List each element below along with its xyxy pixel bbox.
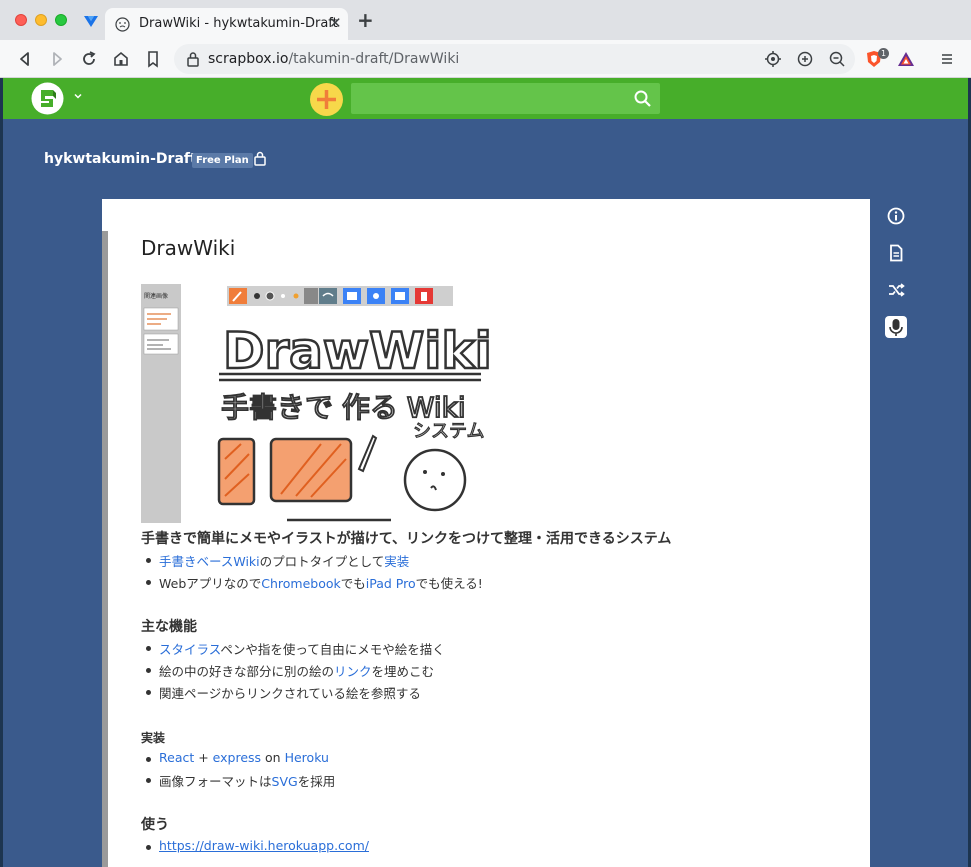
intro-bullet-1-text: のプロトタイプとして — [259, 554, 385, 569]
window-minimize-button[interactable] — [35, 14, 47, 26]
feature-bullet-2: 絵の中の好きな部分に別の絵のリンクを埋めこむ — [159, 661, 434, 680]
location-target-icon[interactable] — [763, 49, 783, 69]
tab-title: DrawWiki - hykwtakumin-Draft — [139, 16, 338, 31]
drawwiki-drawing: 関連画像 DrawWiki 手書きで 作る Wiki システム — [141, 284, 536, 523]
link-implementation[interactable]: 実装 — [384, 554, 409, 569]
link-react[interactable]: React — [159, 750, 194, 765]
scrapbox-logo-icon[interactable] — [31, 82, 64, 115]
browser-toolbar: scrapbox.io/takumin-draft/DrawWiki 1 — [0, 40, 971, 78]
link-app-url[interactable]: https://draw-wiki.herokuapp.com/ — [159, 838, 369, 853]
intro-bullet-2-text-1: Webアプリなので — [159, 576, 262, 591]
drawing-thumbnail[interactable]: 関連画像 DrawWiki 手書きで 作る Wiki システム — [141, 284, 536, 523]
intro-bullet-2-text-2: でも — [340, 576, 366, 591]
bullet-dot — [146, 845, 151, 850]
feature-bullet-1-text: ペンや指を使って自由にメモや絵を描く — [220, 642, 445, 657]
link-handwritten-wiki[interactable]: 手書きベースWiki — [159, 554, 260, 569]
bullet-dot — [146, 558, 151, 563]
brave-logo-icon — [84, 16, 98, 27]
feature-bullet-3-text: 関連ページからリンクされている絵を参照する — [159, 686, 421, 701]
impl-bullet-2-text-2: を採用 — [297, 774, 336, 789]
plan-badge: Free Plan — [192, 153, 253, 168]
link-heroku[interactable]: Heroku — [285, 750, 329, 765]
impl-bullet-2-text-1: 画像フォーマットは — [159, 774, 272, 789]
bullet-dot — [146, 690, 151, 695]
bookmark-icon[interactable] — [143, 49, 163, 69]
impl-bullet-1-on: on — [261, 750, 285, 765]
new-page-button[interactable] — [310, 83, 343, 116]
feature-bullet-2-text-1: 絵の中の好きな部分に別の絵の — [159, 664, 335, 679]
link-link[interactable]: リンク — [334, 664, 372, 679]
link-chromebook[interactable]: Chromebook — [261, 576, 341, 591]
search-icon[interactable] — [633, 89, 652, 108]
scrapbox-header — [3, 78, 968, 119]
intro-bullet-2: WebアプリなのでChromebookでもiPad Proでも使える! — [159, 573, 483, 592]
feature-bullet-2-text-2: を埋めこむ — [371, 664, 435, 679]
browser-tab[interactable]: DrawWiki - hykwtakumin-Draft ✕ — [105, 8, 348, 40]
bullet-dot — [146, 757, 151, 762]
zoom-in-icon[interactable] — [795, 49, 815, 69]
feature-bullet-3: 関連ページからリンクされている絵を参照する — [159, 683, 421, 702]
zoom-out-icon[interactable] — [827, 49, 847, 69]
url-host: scrapbox.io — [208, 51, 289, 67]
bullet-dot — [146, 778, 151, 783]
reload-icon[interactable] — [79, 49, 99, 69]
window-zoom-button[interactable] — [55, 14, 67, 26]
plus-icon — [317, 90, 336, 109]
feature-bullet-1: スタイラスペンや指を使って自由にメモや絵を描く — [159, 639, 445, 658]
intro-bullet-2-text-3: でも使える! — [415, 576, 483, 591]
url-text: scrapbox.io/takumin-draft/DrawWiki — [208, 51, 459, 67]
info-icon[interactable] — [886, 206, 906, 226]
lock-icon — [254, 151, 266, 166]
microphone-icon[interactable] — [885, 316, 907, 338]
drawing-subtitle: 手書きで 作る Wiki — [221, 391, 466, 424]
link-stylus[interactable]: スタイラス — [159, 642, 220, 657]
impl-bullet-1: React + express on Heroku — [159, 750, 329, 765]
scrapbox-favicon-icon — [115, 17, 130, 32]
drawing-title: DrawWiki — [223, 322, 492, 380]
menu-icon[interactable] — [937, 49, 957, 69]
bullet-dot — [146, 668, 151, 673]
project-name[interactable]: hykwtakumin-Draft — [44, 151, 197, 167]
implementation-heading: 実装 — [141, 731, 166, 745]
use-heading: 使う — [141, 817, 169, 833]
browser-tab-bar: DrawWiki - hykwtakumin-Draft ✕ + — [0, 0, 971, 40]
home-icon[interactable] — [111, 49, 131, 69]
edit-gutter — [102, 231, 108, 867]
shuffle-icon[interactable] — [886, 280, 906, 300]
thumbnail-sidebar-label: 関連画像 — [144, 292, 168, 300]
brave-rewards-icon[interactable] — [896, 49, 916, 69]
new-tab-button[interactable]: + — [357, 10, 374, 30]
back-icon[interactable] — [15, 49, 35, 69]
address-bar[interactable]: scrapbox.io/takumin-draft/DrawWiki — [174, 44, 855, 74]
lock-icon — [187, 52, 199, 67]
bullet-dot — [146, 580, 151, 585]
shields-badge: 1 — [878, 48, 889, 59]
window-close-button[interactable] — [15, 14, 27, 26]
close-tab-button[interactable]: ✕ — [329, 14, 342, 32]
chevron-down-icon[interactable] — [73, 91, 83, 101]
impl-bullet-2: 画像フォーマットはSVGを採用 — [159, 771, 335, 790]
document-icon[interactable] — [886, 243, 906, 263]
link-express[interactable]: express — [213, 750, 261, 765]
bullet-dot — [146, 646, 151, 651]
forward-icon[interactable] — [47, 49, 67, 69]
impl-bullet-1-plus: + — [194, 750, 213, 765]
link-svg[interactable]: SVG — [272, 774, 298, 789]
features-heading: 主な機能 — [141, 619, 197, 635]
page-title[interactable]: DrawWiki — [141, 236, 235, 260]
page-description: 手書きで簡単にメモやイラストが描けて、リンクをつけて整理・活用できるシステム — [141, 531, 672, 547]
intro-bullet-1: 手書きベースWikiのプロトタイプとして実装 — [159, 551, 409, 570]
link-ipad-pro[interactable]: iPad Pro — [366, 576, 416, 591]
url-path: /takumin-draft/DrawWiki — [288, 51, 460, 67]
search-input[interactable] — [351, 83, 660, 114]
drawing-caption: システム — [413, 421, 484, 442]
